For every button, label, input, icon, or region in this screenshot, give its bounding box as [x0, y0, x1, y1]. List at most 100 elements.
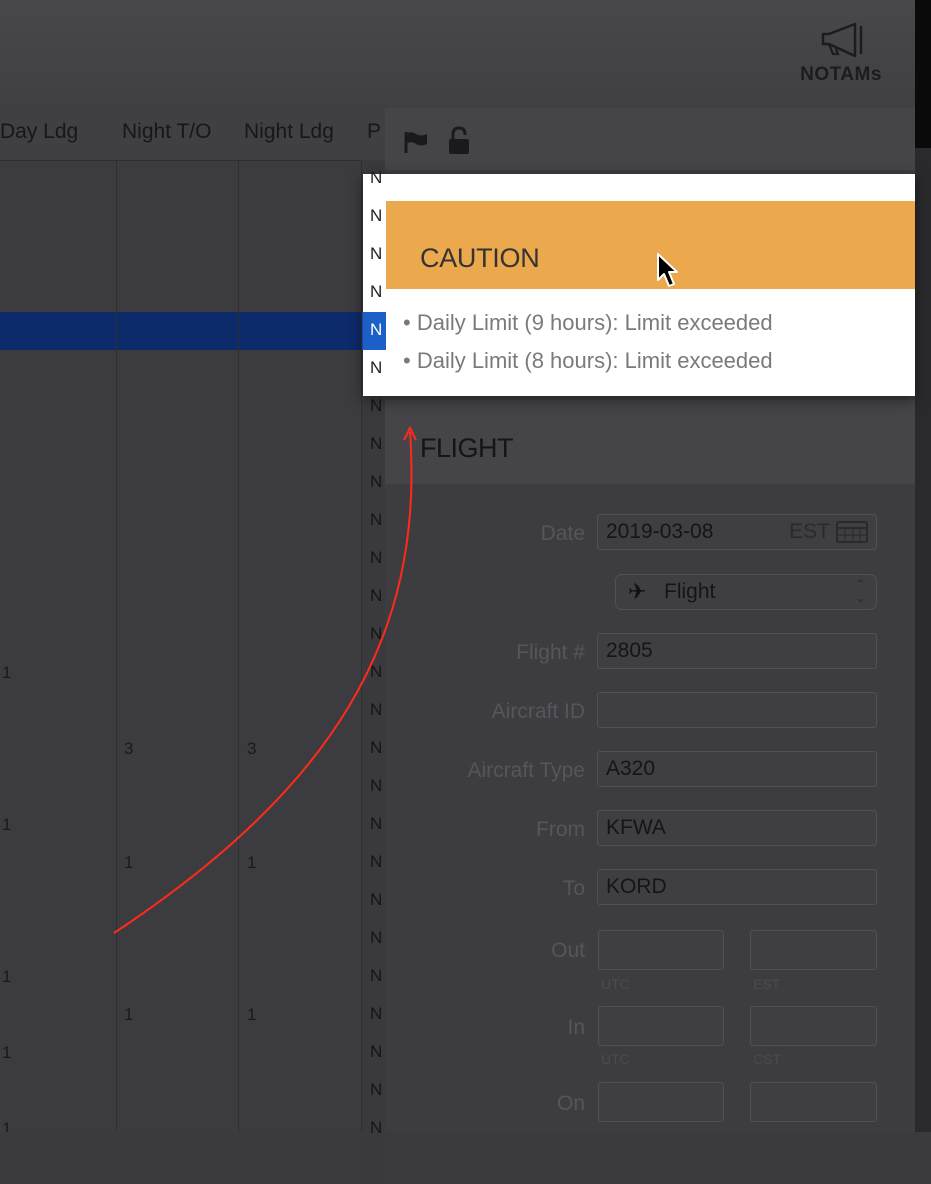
cell-p: N [370, 282, 383, 301]
cell-night-to: 1 [124, 1005, 134, 1024]
aircraft-type-value: A320 [606, 757, 656, 780]
cell-p: N [370, 510, 383, 529]
date-timezone: EST [789, 520, 830, 543]
cell-p: N [370, 586, 383, 605]
cell-night-ldg: 3 [247, 739, 257, 758]
entry-type-select[interactable]: ✈ Flight ⌃ ⌄ [615, 574, 877, 610]
column-divider [116, 160, 117, 1132]
megaphone-icon [821, 22, 863, 58]
caution-popover[interactable]: NNNNNN CAUTION • Daily Limit (9 hours): … [363, 168, 915, 396]
cell-p: N [370, 244, 383, 263]
date-label: Date [540, 522, 585, 545]
out-local-caption: EST [753, 976, 781, 992]
cell-day-ldg: 1 [2, 1119, 12, 1132]
flight-number-field[interactable]: 2805 [597, 633, 877, 669]
cell-p: N [370, 814, 383, 833]
on-label: On [556, 1092, 585, 1115]
column-header-p[interactable]: P [367, 120, 381, 144]
column-header-night-to[interactable]: Night T/O [122, 120, 211, 144]
mouse-cursor-icon [657, 253, 678, 287]
flight-number-label: Flight # [516, 641, 585, 664]
aircraft-type-label: Aircraft Type [467, 759, 586, 782]
column-divider [238, 160, 239, 1132]
in-label: In [567, 1016, 585, 1039]
date-value: 2019-03-08 [606, 520, 714, 543]
cell-p: N [370, 472, 383, 491]
to-field[interactable]: KORD [597, 869, 877, 905]
airplane-icon: ✈ [628, 579, 647, 604]
flight-number-value: 2805 [606, 639, 653, 662]
cell-p: N [370, 662, 383, 681]
cell-p: N [370, 928, 383, 947]
on-utc-field[interactable] [598, 1082, 724, 1122]
in-local-caption: CST [753, 1051, 781, 1067]
notams-label: NOTAMs [800, 64, 882, 85]
cell-p: N [370, 1080, 383, 1099]
column-header-night-ldg[interactable]: Night Ldg [244, 120, 334, 144]
on-local-field[interactable] [750, 1082, 877, 1122]
toolbar: NOTAMs [0, 0, 915, 109]
aircraft-id-field[interactable] [597, 692, 877, 728]
cell-p: N [370, 320, 383, 339]
section-title: FLIGHT [420, 433, 514, 463]
cell-p: N [370, 206, 383, 225]
aircraft-id-label: Aircraft ID [491, 700, 585, 723]
cell-p: N [370, 852, 383, 871]
cell-p: N [370, 396, 383, 415]
out-local-field[interactable] [750, 930, 877, 970]
table-row-selected[interactable] [0, 312, 385, 350]
to-label: To [562, 877, 585, 900]
cell-p: N [370, 548, 383, 567]
out-utc-field[interactable] [598, 930, 724, 970]
table-row[interactable]: 3 3 [0, 730, 385, 768]
column-header-day-ldg[interactable]: Day Ldg [0, 120, 78, 144]
in-local-field[interactable] [750, 1006, 877, 1046]
cell-p: N [370, 434, 383, 453]
caution-message: • Daily Limit (9 hours): Limit exceeded [403, 310, 773, 335]
caution-message: • Daily Limit (8 hours): Limit exceeded [403, 348, 773, 373]
table-row[interactable]: 1 [0, 1034, 385, 1072]
table-row[interactable]: 1 [0, 958, 385, 996]
cell-p: N [370, 966, 383, 985]
cell-night-to: 1 [124, 853, 134, 872]
date-field[interactable]: 2019-03-08 EST [597, 514, 877, 550]
from-field[interactable]: KFWA [597, 810, 877, 846]
popover-p-column: NNNNNN [363, 168, 386, 396]
entry-type-value: Flight [664, 580, 716, 603]
flag-icon[interactable] [403, 130, 429, 154]
window-edge [915, 0, 931, 1132]
cell-day-ldg: 1 [2, 967, 12, 986]
cell-p: N [370, 1042, 383, 1061]
cell-p: N [370, 624, 383, 643]
select-arrows-icon: ⌃ ⌄ [855, 577, 866, 605]
cell-p: N [370, 700, 383, 719]
logbook-table[interactable]: Day Ldg Night T/O Night Ldg P 1 3 3 1 1 … [0, 108, 385, 1132]
cell-p: N [370, 358, 383, 377]
lock-icon[interactable] [448, 126, 470, 156]
table-row[interactable]: 1 [0, 806, 385, 844]
cell-night-ldg: 1 [247, 853, 257, 872]
cell-p: N [370, 776, 383, 795]
calendar-icon[interactable] [836, 521, 868, 543]
cell-day-ldg: 1 [2, 663, 12, 682]
table-row[interactable]: 1 [0, 1110, 385, 1132]
cell-night-to: 3 [124, 739, 134, 758]
cell-night-ldg: 1 [247, 1005, 257, 1024]
table-row[interactable]: 1 [0, 654, 385, 692]
out-label: Out [551, 939, 585, 962]
to-value: KORD [606, 875, 667, 898]
in-utc-field[interactable] [598, 1006, 724, 1046]
cell-p: N [370, 168, 383, 187]
flight-section-header: FLIGHT [385, 400, 915, 484]
table-row[interactable]: 1 1 [0, 996, 385, 1034]
cell-day-ldg: 1 [2, 1043, 12, 1062]
cell-p: N [370, 890, 383, 909]
table-row[interactable]: 1 1 [0, 844, 385, 882]
caution-banner: CAUTION [386, 201, 915, 289]
aircraft-type-field[interactable]: A320 [597, 751, 877, 787]
table-header: Day Ldg Night T/O Night Ldg P [0, 108, 385, 161]
cell-p: N [370, 1004, 383, 1023]
inspector-toolbar [385, 108, 915, 170]
notams-button[interactable]: NOTAMs [792, 20, 890, 100]
cell-day-ldg: 1 [2, 815, 12, 834]
